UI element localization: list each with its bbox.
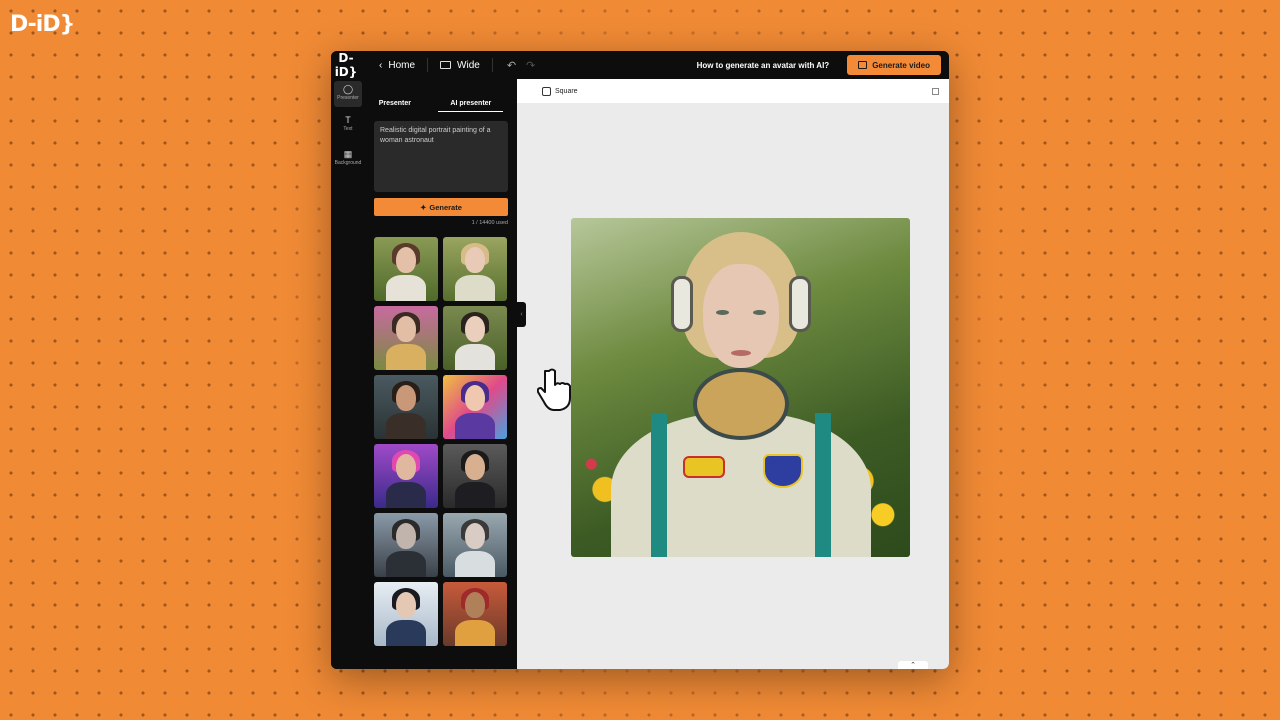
divider <box>427 58 429 72</box>
undo-icon[interactable]: ↶ <box>507 59 516 72</box>
rectangle-icon <box>440 61 452 69</box>
avatar-body <box>455 620 495 646</box>
top-bar: D-iD} ‹ Home Wide ↶ ↷ How to generate an… <box>331 51 949 79</box>
avatar-thumbnail[interactable] <box>443 375 507 439</box>
suit-strap-left <box>651 413 667 557</box>
avatar-body <box>455 413 495 439</box>
avatar-face <box>396 592 416 618</box>
avatar-thumbnail[interactable] <box>443 444 507 508</box>
headphone-right <box>789 276 811 332</box>
rail-label: Background <box>334 160 362 166</box>
chevron-left-icon: ‹ <box>379 59 383 71</box>
avatar-thumbnail[interactable] <box>374 306 438 370</box>
undo-redo-group: ↶ ↷ <box>507 59 535 72</box>
avatar-face <box>396 385 416 411</box>
avatar-face <box>465 454 485 480</box>
chevron-up-icon[interactable]: ⌃ <box>898 661 928 669</box>
avatar-face <box>465 523 485 549</box>
generated-avatar-image[interactable] <box>571 218 910 557</box>
app-logo[interactable]: D-iD} <box>331 51 361 79</box>
avatar-thumbnail[interactable] <box>443 237 507 301</box>
help-link[interactable]: How to generate an avatar with AI? <box>697 61 830 70</box>
divider <box>491 58 493 72</box>
avatar-body <box>386 482 426 508</box>
suit-patch-left <box>683 456 725 478</box>
avatar-body <box>386 344 426 370</box>
headphone-left <box>671 276 693 332</box>
rail-item-presenter[interactable]: ◯ Presenter <box>334 81 362 107</box>
avatar-body <box>455 275 495 301</box>
rail-label: Text <box>343 126 353 132</box>
avatar-eye-right <box>753 310 766 315</box>
rail-item-background[interactable]: ▦ Background <box>331 143 365 177</box>
avatar-face <box>396 454 416 480</box>
avatar-thumbnail[interactable] <box>374 513 438 577</box>
collapse-panel-handle[interactable]: ‹ <box>517 302 526 327</box>
avatar-body <box>455 344 495 370</box>
avatar-face <box>465 385 485 411</box>
home-button[interactable]: ‹ Home <box>379 60 415 71</box>
hand-cursor-icon <box>537 368 571 411</box>
avatar-body <box>455 551 495 577</box>
prompt-input[interactable]: Realistic digital portrait painting of a… <box>374 121 508 192</box>
avatar-face <box>465 247 485 273</box>
avatar-thumbnail[interactable] <box>374 237 438 301</box>
tab-ai-presenter[interactable]: AI presenter <box>438 100 504 112</box>
avatar-thumbnail[interactable] <box>443 513 507 577</box>
rail-item-text[interactable]: T Text <box>331 109 365 143</box>
avatar-body <box>386 620 426 646</box>
avatar-thumbnail[interactable] <box>374 444 438 508</box>
canvas-area: Square ⌃ <box>517 79 949 669</box>
home-label: Home <box>388 59 416 71</box>
usage-counter: 1 / 14400 used <box>471 220 508 226</box>
aspect-wide-button[interactable]: Wide <box>440 60 480 71</box>
avatar-thumbnail[interactable] <box>374 582 438 646</box>
video-icon <box>858 61 868 69</box>
suit-patch-right <box>763 454 803 488</box>
app-window: D-iD} ‹ Home Wide ↶ ↷ How to generate an… <box>331 51 949 669</box>
avatar-thumbnail[interactable] <box>374 375 438 439</box>
square-icon <box>542 86 551 96</box>
left-rail: ◯ Presenter T Text ▦ Background <box>331 79 365 669</box>
square-label: Square <box>555 87 578 95</box>
avatar-face <box>396 247 416 273</box>
generate-label: Generate <box>429 202 462 212</box>
grid-icon: ▦ <box>343 149 353 159</box>
avatar-grid <box>374 237 517 646</box>
generate-video-button[interactable]: Generate video <box>847 55 941 75</box>
wide-label: Wide <box>457 59 480 71</box>
avatar-body <box>386 413 426 439</box>
avatar-face <box>396 523 416 549</box>
person-icon: ◯ <box>342 84 354 94</box>
redo-icon[interactable]: ↷ <box>526 59 535 72</box>
avatar-body <box>386 275 426 301</box>
avatar-face <box>465 592 485 618</box>
suit-collar <box>693 368 789 440</box>
avatar-body <box>455 482 495 508</box>
tab-presenter[interactable]: Presenter <box>379 100 411 112</box>
generate-button[interactable]: ✦ Generate <box>374 198 508 216</box>
avatar-thumbnail[interactable] <box>443 306 507 370</box>
square-toggle[interactable]: Square <box>542 86 578 96</box>
sparkle-icon: ✦ <box>420 202 427 212</box>
brand-logo: D-iD} <box>10 12 75 37</box>
expand-icon[interactable] <box>932 87 939 95</box>
suit-strap-right <box>815 413 831 557</box>
avatar-face <box>396 316 416 342</box>
generate-video-label: Generate video <box>872 60 930 70</box>
text-icon: T <box>345 115 351 125</box>
canvas-toolbar: Square <box>517 79 949 103</box>
avatar-body <box>386 551 426 577</box>
avatar-mouth <box>731 350 751 356</box>
avatar-thumbnail[interactable] <box>443 582 507 646</box>
avatar-eye-left <box>716 310 729 315</box>
presenter-panel: Presenter AI presenter Realistic digital… <box>365 79 517 669</box>
avatar-face <box>465 316 485 342</box>
panel-tabs: Presenter AI presenter <box>365 100 517 112</box>
rail-label: Presenter <box>337 95 359 101</box>
